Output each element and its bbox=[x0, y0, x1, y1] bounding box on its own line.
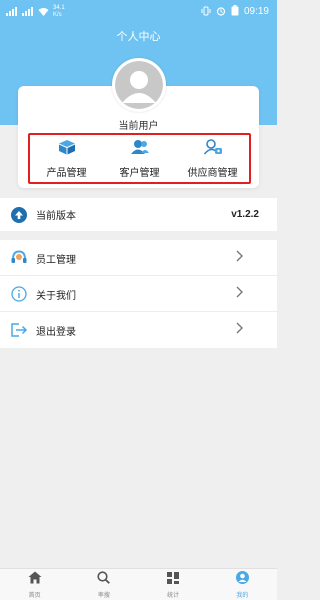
version-row: 当前版本 v1.2.2 bbox=[0, 198, 277, 231]
tab-home[interactable]: 首页 bbox=[0, 569, 69, 600]
info-icon bbox=[9, 284, 29, 304]
supplier-icon bbox=[203, 138, 223, 160]
menu-item-about[interactable]: 关于我们 bbox=[0, 276, 277, 312]
tab-label: 首页 bbox=[28, 592, 41, 599]
customer-management-button[interactable]: 客户管理 bbox=[103, 135, 176, 182]
customers-icon bbox=[130, 139, 150, 160]
product-management-label: 产品管理 bbox=[46, 167, 87, 179]
vibrate-icon bbox=[201, 6, 211, 18]
alarm-icon bbox=[216, 6, 226, 18]
menu-item-label: 退出登录 bbox=[36, 326, 76, 338]
status-bar: 34.1 K/s 09:19 bbox=[0, 0, 277, 22]
network-speed-unit: K/s bbox=[53, 12, 62, 18]
tab-label: 统计 bbox=[167, 592, 180, 599]
logout-icon bbox=[9, 320, 29, 340]
menu-item-label: 员工管理 bbox=[36, 254, 76, 266]
product-box-icon bbox=[58, 139, 76, 160]
tab-label: 我的 bbox=[236, 592, 249, 599]
wifi-icon bbox=[38, 7, 49, 18]
sim2-signal-icon bbox=[22, 6, 34, 18]
stats-icon bbox=[167, 571, 180, 589]
page-title: 个人中心 bbox=[116, 31, 161, 43]
quick-actions: 产品管理 客户管理 供应商管理 bbox=[28, 133, 251, 184]
tab-search[interactable]: 率搜 bbox=[69, 569, 138, 600]
tab-mine[interactable]: 我的 bbox=[208, 569, 277, 600]
tab-label: 率搜 bbox=[97, 592, 110, 599]
headset-icon bbox=[9, 248, 29, 268]
user-icon bbox=[235, 570, 249, 589]
menu-item-label: 关于我们 bbox=[36, 290, 76, 302]
bottom-tab-bar: 首页 率搜 统计 我的 bbox=[0, 568, 277, 600]
battery-icon bbox=[231, 5, 239, 18]
product-management-button[interactable]: 产品管理 bbox=[30, 135, 103, 182]
supplier-management-button[interactable]: 供应商管理 bbox=[176, 135, 249, 182]
upload-arrow-icon bbox=[9, 205, 29, 225]
home-icon bbox=[28, 571, 42, 589]
tab-stats[interactable]: 统计 bbox=[139, 569, 208, 600]
clock: 09:19 bbox=[243, 6, 269, 17]
search-icon bbox=[97, 570, 111, 589]
chevron-right-icon bbox=[236, 285, 243, 303]
chevron-right-icon bbox=[236, 321, 243, 339]
version-label: 当前版本 bbox=[36, 211, 76, 222]
customer-management-label: 客户管理 bbox=[119, 167, 160, 179]
sim1-signal-icon bbox=[6, 6, 18, 18]
default-avatar-icon bbox=[115, 61, 163, 109]
network-speed: 34.1 bbox=[53, 5, 65, 11]
avatar[interactable] bbox=[112, 58, 166, 112]
chevron-right-icon bbox=[236, 249, 243, 267]
menu-item-logout[interactable]: 退出登录 bbox=[0, 312, 277, 348]
version-value: v1.2.2 bbox=[231, 209, 259, 220]
username: 当前用户 bbox=[118, 121, 159, 132]
supplier-management-label: 供应商管理 bbox=[187, 167, 238, 179]
menu-item-staff[interactable]: 员工管理 bbox=[0, 240, 277, 276]
